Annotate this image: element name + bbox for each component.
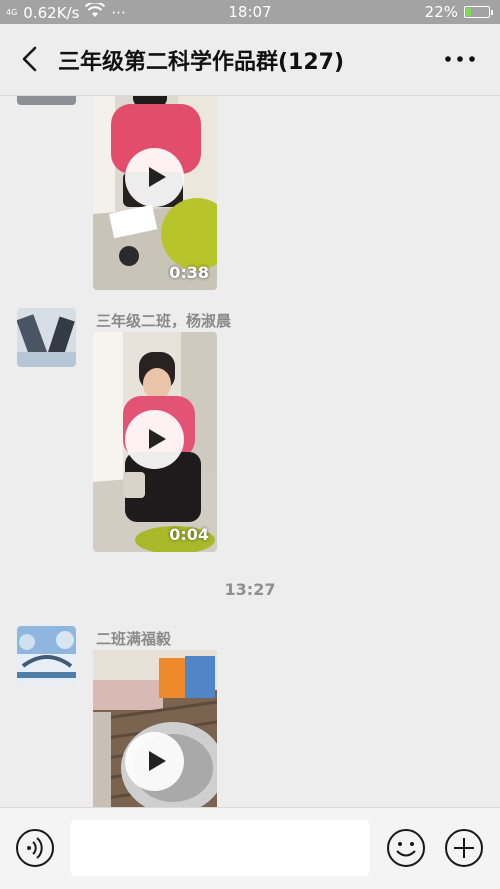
chevron-left-icon <box>22 46 37 72</box>
more-horizontal-icon <box>445 56 475 62</box>
video-duration: 0:04 <box>169 525 209 544</box>
plus-icon <box>445 829 483 867</box>
sender-name: 二班满福毅 <box>96 630 172 648</box>
back-button[interactable] <box>14 42 48 76</box>
avatar[interactable] <box>17 308 76 367</box>
input-bar <box>0 807 500 889</box>
status-right: 22% <box>424 3 493 21</box>
video-message[interactable]: 0:04 <box>93 332 217 552</box>
avatar[interactable] <box>17 96 76 105</box>
video-duration: 0:38 <box>169 263 209 282</box>
message-input[interactable] <box>70 820 370 876</box>
page-title: 三年级第二科学作品群(127) <box>58 50 345 75</box>
battery-icon <box>464 6 493 18</box>
voice-button[interactable] <box>15 828 55 868</box>
timestamp: 13:27 <box>224 580 276 599</box>
status-bar: 4G 0.62K/s ··· 18:07 22% <box>0 0 500 24</box>
more-button[interactable] <box>442 42 478 76</box>
video-message[interactable]: 0:38 <box>93 96 217 290</box>
video-message[interactable] <box>93 650 217 807</box>
plus-button[interactable] <box>444 828 484 868</box>
sender-name: 三年级二班，杨淑晨 <box>96 312 232 330</box>
message-list[interactable]: 0:38 三年级二班，杨淑晨 0:04 13:27 二班满福毅 <box>0 96 500 807</box>
emoji-icon <box>387 829 425 867</box>
voice-icon <box>16 829 54 867</box>
play-button[interactable] <box>125 410 184 469</box>
battery-percent: 22% <box>424 3 458 21</box>
avatar[interactable] <box>17 626 76 685</box>
play-button[interactable] <box>125 148 184 207</box>
emoji-button[interactable] <box>386 828 426 868</box>
chat-header: 三年级第二科学作品群(127) <box>0 24 500 96</box>
play-button[interactable] <box>125 732 184 791</box>
